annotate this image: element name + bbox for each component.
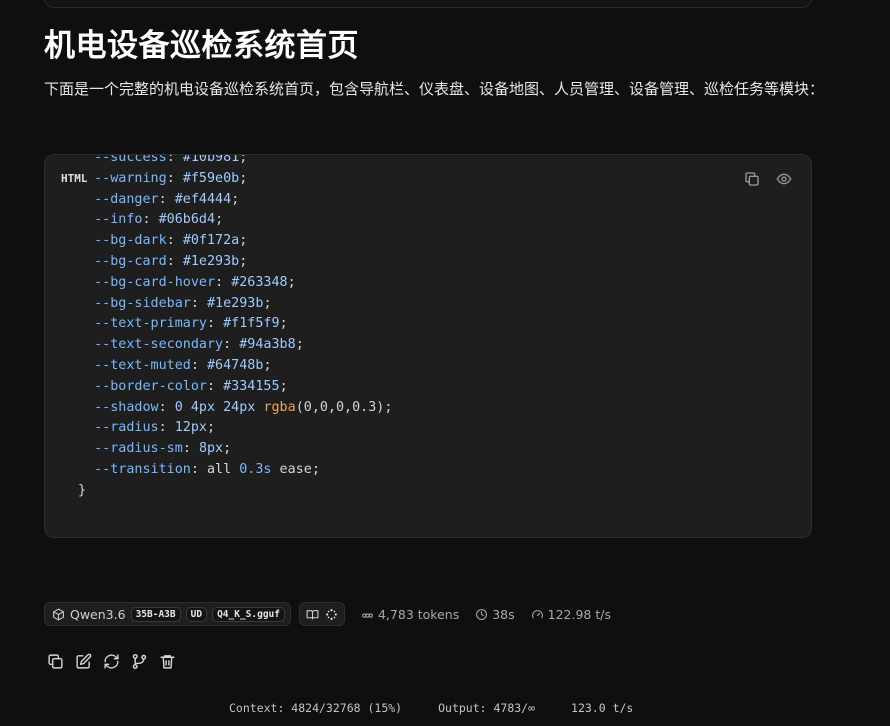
model-tag: Q4_K_S.gguf	[212, 606, 285, 622]
code-line: --success: #10b981;	[78, 154, 248, 165]
code-language-label: HTML	[61, 172, 88, 185]
regenerate-icon[interactable]	[102, 652, 120, 670]
context-usage: Context: 4824/32768 (15%)	[229, 701, 403, 715]
generation-info: Qwen3.6 35B-A3B UD Q4_K_S.gguf 4,783 tok…	[44, 602, 611, 626]
status-bar: Context: 4824/32768 (15%) Output: 4783/∞…	[229, 701, 633, 715]
page-title: 机电设备巡检系统首页	[44, 28, 359, 64]
branch-icon[interactable]	[130, 652, 148, 670]
tokens-icon	[362, 612, 373, 618]
code-line: --info: #06b6d4;	[78, 212, 224, 228]
output-rate: 123.0 t/s	[571, 701, 634, 715]
cube-icon	[53, 608, 64, 620]
model-tag: 35B-A3B	[130, 606, 181, 622]
message-actions	[46, 652, 176, 670]
code-line: --bg-card: #1e293b;	[78, 253, 248, 269]
code-line: --text-muted: #64748b;	[78, 357, 272, 373]
model-badge[interactable]: Qwen3.6 35B-A3B UD Q4_K_S.gguf	[44, 602, 291, 626]
code-content: --success: #10b981; --warning: #f59e0b; …	[45, 154, 393, 502]
view-toggle[interactable]	[298, 602, 345, 626]
model-tag: UD	[185, 606, 208, 622]
code-line: --text-secondary: #94a3b8;	[78, 337, 304, 353]
code-line: --bg-sidebar: #1e293b;	[78, 295, 272, 311]
code-line: --radius: 12px;	[78, 420, 216, 436]
previous-message-card	[44, 0, 812, 8]
token-count: 4,783 tokens	[361, 607, 459, 622]
gauge-icon	[531, 609, 543, 618]
clock-icon	[476, 608, 488, 620]
code-line: --danger: #ef4444;	[78, 191, 240, 207]
code-line: --border-color: #334155;	[78, 378, 288, 394]
model-name: Qwen3.6	[70, 606, 126, 622]
code-line: }	[78, 482, 87, 498]
edit-icon[interactable]	[74, 652, 92, 670]
code-line: --shadow: 0 4px 24px rgba(0,0,0,0.3);	[78, 399, 393, 415]
code-line: --bg-dark: #0f172a;	[78, 233, 248, 249]
output-usage: Output: 4783/∞	[438, 701, 536, 715]
book-icon[interactable]	[306, 608, 319, 621]
intro-text: 下面是一个完整的机电设备巡检系统首页，包含导航栏、仪表盘、设备地图、人员管理、设…	[44, 80, 825, 98]
code-block: --success: #10b981; --warning: #f59e0b; …	[44, 154, 812, 538]
code-line: --warning: #f59e0b;	[78, 170, 248, 186]
copy-icon[interactable]	[743, 170, 761, 188]
eye-icon[interactable]	[775, 170, 793, 188]
code-line: --bg-card-hover: #263348;	[78, 274, 296, 290]
code-line: --radius-sm: 8px;	[78, 441, 232, 457]
copy-icon[interactable]	[46, 652, 64, 670]
generation-speed: 122.98 t/s	[531, 607, 611, 622]
generation-time: 38s	[475, 607, 515, 622]
sparkle-icon[interactable]	[325, 608, 338, 621]
code-actions	[743, 170, 793, 188]
code-line: --text-primary: #f1f5f9;	[78, 316, 288, 332]
code-line: --transition: all 0.3s ease;	[78, 461, 320, 477]
trash-icon[interactable]	[158, 652, 176, 670]
